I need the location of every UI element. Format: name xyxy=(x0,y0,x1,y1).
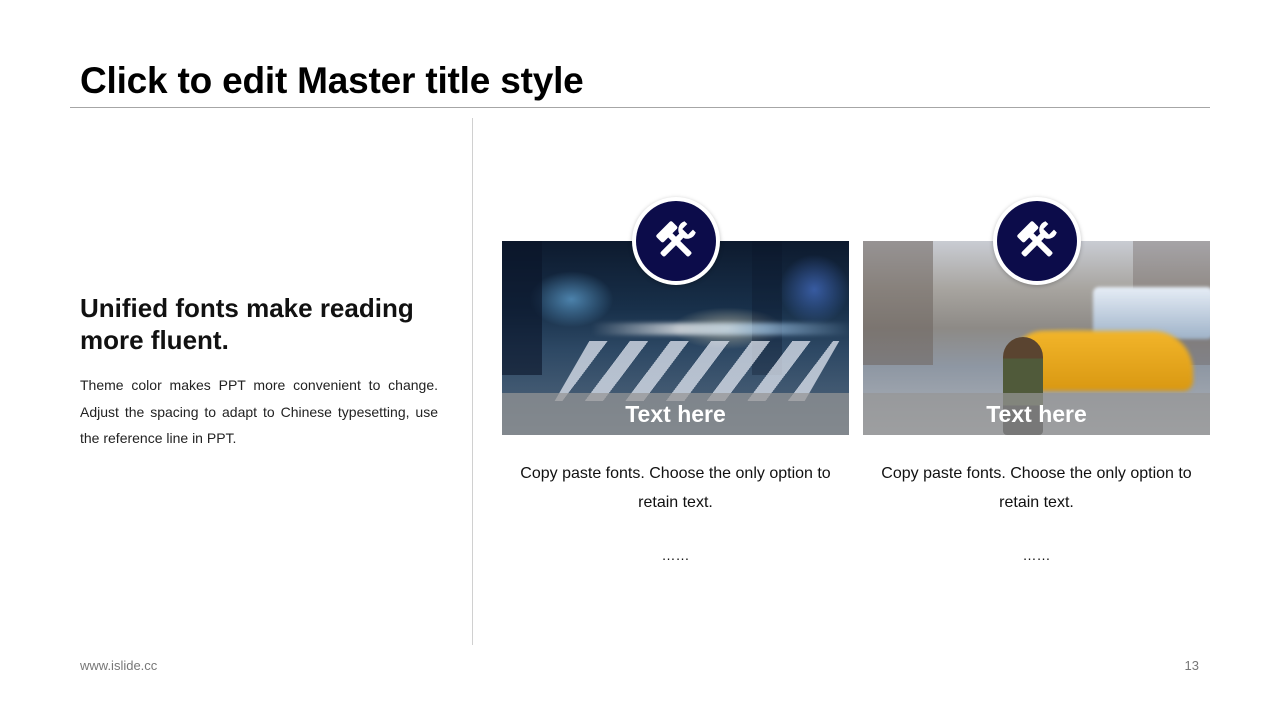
card-caption[interactable]: Text here xyxy=(502,393,849,435)
card-badge xyxy=(631,197,720,285)
card-text[interactable]: Copy paste fonts. Choose the only option… xyxy=(502,459,849,517)
left-heading[interactable]: Unified fonts make reading more fluent. xyxy=(80,292,420,356)
vertical-divider xyxy=(472,118,473,645)
footer-url: www.islide.cc xyxy=(80,658,158,673)
feature-card-1: Text here Copy paste fonts. Choose the o… xyxy=(502,197,849,563)
card-ellipsis[interactable]: …… xyxy=(502,547,849,563)
photo-light-streak xyxy=(592,323,849,335)
tools-icon xyxy=(635,201,716,281)
left-body-text[interactable]: Theme color makes PPT more convenient to… xyxy=(80,372,438,452)
card-text[interactable]: Copy paste fonts. Choose the only option… xyxy=(863,459,1210,517)
photo-building xyxy=(502,241,542,375)
title-underline xyxy=(70,107,1210,108)
card-badge xyxy=(992,197,1081,285)
tools-icon xyxy=(996,201,1077,281)
feature-card-2: Text here Copy paste fonts. Choose the o… xyxy=(863,197,1210,563)
photo-building xyxy=(863,241,933,365)
card-ellipsis[interactable]: …… xyxy=(863,547,1210,563)
slide-title[interactable]: Click to edit Master title style xyxy=(80,60,584,102)
page-number: 13 xyxy=(1184,658,1199,673)
photo-crosswalk xyxy=(554,341,840,401)
card-caption[interactable]: Text here xyxy=(863,393,1210,435)
